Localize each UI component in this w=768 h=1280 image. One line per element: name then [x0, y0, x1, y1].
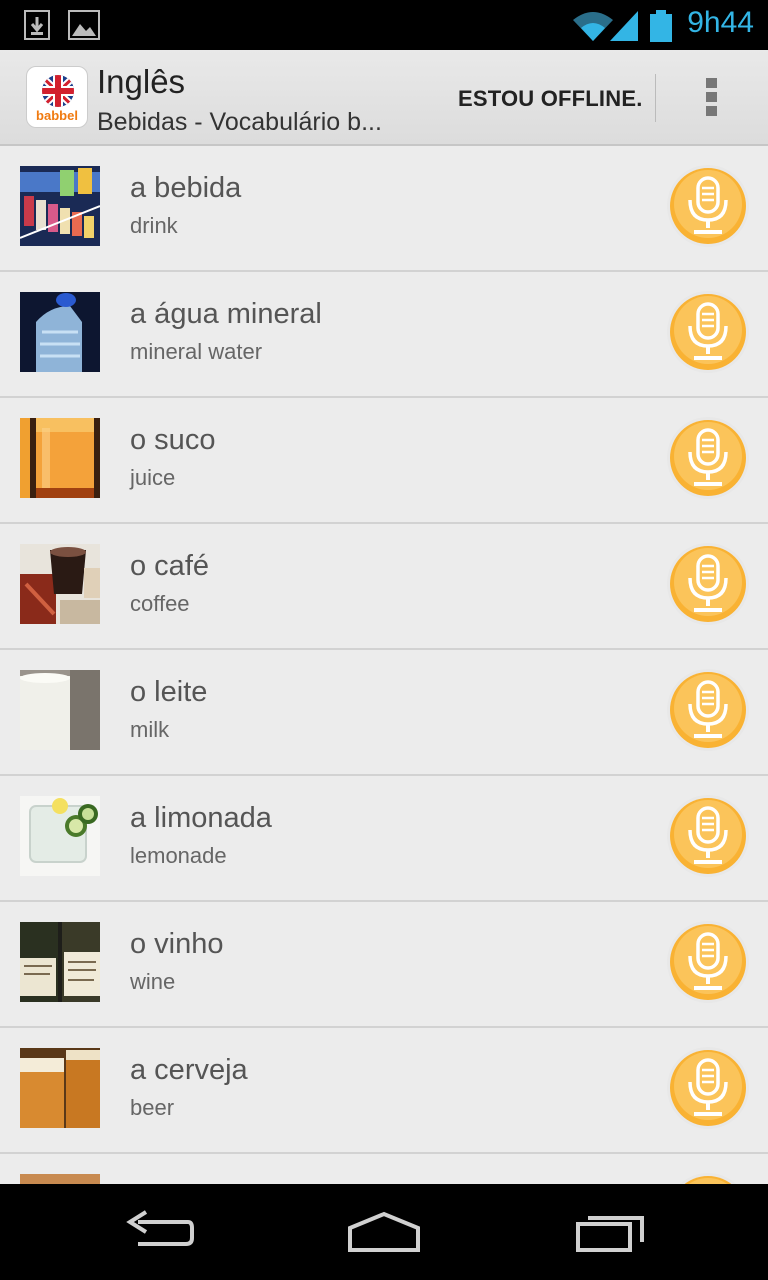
battery-icon [650, 10, 672, 42]
vocab-translation: lemonade [130, 843, 227, 868]
app-logo-text: babbel [36, 108, 78, 123]
action-bar: babbel Inglês Bebidas - Vocabulário b...… [0, 50, 768, 146]
vocab-translation: beer [130, 1095, 175, 1120]
beer-thumbnail [20, 1048, 100, 1128]
vocab-word: o suco [130, 424, 216, 456]
list-item[interactable]: o leite milk [0, 650, 768, 776]
list-item[interactable]: o vinho wine [0, 902, 768, 1028]
list-item[interactable]: o suco juice [0, 398, 768, 524]
drink-thumbnail [20, 166, 100, 246]
microphone-icon[interactable] [666, 794, 750, 878]
vocab-translation: juice [130, 465, 176, 490]
lemonade-thumbnail [20, 796, 100, 876]
microphone-icon[interactable] [666, 668, 750, 752]
vocab-word: o café [130, 550, 209, 582]
vocab-word: a água mineral [130, 298, 322, 330]
recent-apps-icon[interactable] [574, 1208, 646, 1256]
list-item[interactable] [0, 1154, 768, 1184]
juice-thumbnail [20, 418, 100, 498]
microphone-icon[interactable] [666, 1172, 750, 1184]
list-item[interactable]: a água mineral mineral water [0, 272, 768, 398]
mineral-water-thumbnail [20, 292, 100, 372]
microphone-icon[interactable] [666, 1046, 750, 1130]
microphone-icon[interactable] [666, 290, 750, 374]
list-item[interactable]: o café coffee [0, 524, 768, 650]
clock: 9h44 [687, 6, 754, 39]
app-title: Inglês [97, 63, 186, 100]
navigation-bar [0, 1184, 768, 1280]
vocab-translation: milk [130, 717, 170, 742]
vocab-word: a bebida [130, 172, 242, 204]
next-item-thumbnail [20, 1174, 100, 1184]
vocab-translation: drink [130, 213, 178, 238]
signal-icon [610, 11, 638, 41]
offline-button[interactable]: ESTOU OFFLINE. [458, 86, 643, 112]
overflow-menu-icon[interactable] [706, 78, 718, 118]
milk-thumbnail [20, 670, 100, 750]
download-icon [24, 10, 50, 40]
vocab-word: a cerveja [130, 1054, 248, 1086]
vocabulary-list: a bebida drink a água mineral mineral wa… [0, 146, 768, 1184]
vocab-word: o leite [130, 676, 208, 708]
microphone-icon[interactable] [666, 542, 750, 626]
vocab-translation: mineral water [130, 339, 263, 364]
coffee-thumbnail [20, 544, 100, 624]
wine-thumbnail [20, 922, 100, 1002]
microphone-icon[interactable] [666, 416, 750, 500]
vocab-translation: wine [130, 969, 176, 994]
vocab-word: o vinho [130, 928, 224, 960]
list-item[interactable]: a cerveja beer [0, 1028, 768, 1154]
vocab-word: a limonada [130, 802, 272, 834]
microphone-icon[interactable] [666, 164, 750, 248]
action-bar-divider [655, 74, 656, 122]
home-icon[interactable] [346, 1208, 422, 1256]
list-item[interactable]: a limonada lemonade [0, 776, 768, 902]
list-item[interactable]: a bebida drink [0, 146, 768, 272]
status-bar: 9h44 [0, 0, 768, 50]
image-icon [68, 10, 100, 40]
microphone-icon[interactable] [666, 920, 750, 1004]
back-icon[interactable] [124, 1208, 196, 1256]
app-subtitle: Bebidas - Vocabulário b... [97, 108, 382, 136]
app-icon[interactable]: babbel [26, 66, 88, 128]
vocab-translation: coffee [130, 591, 190, 616]
